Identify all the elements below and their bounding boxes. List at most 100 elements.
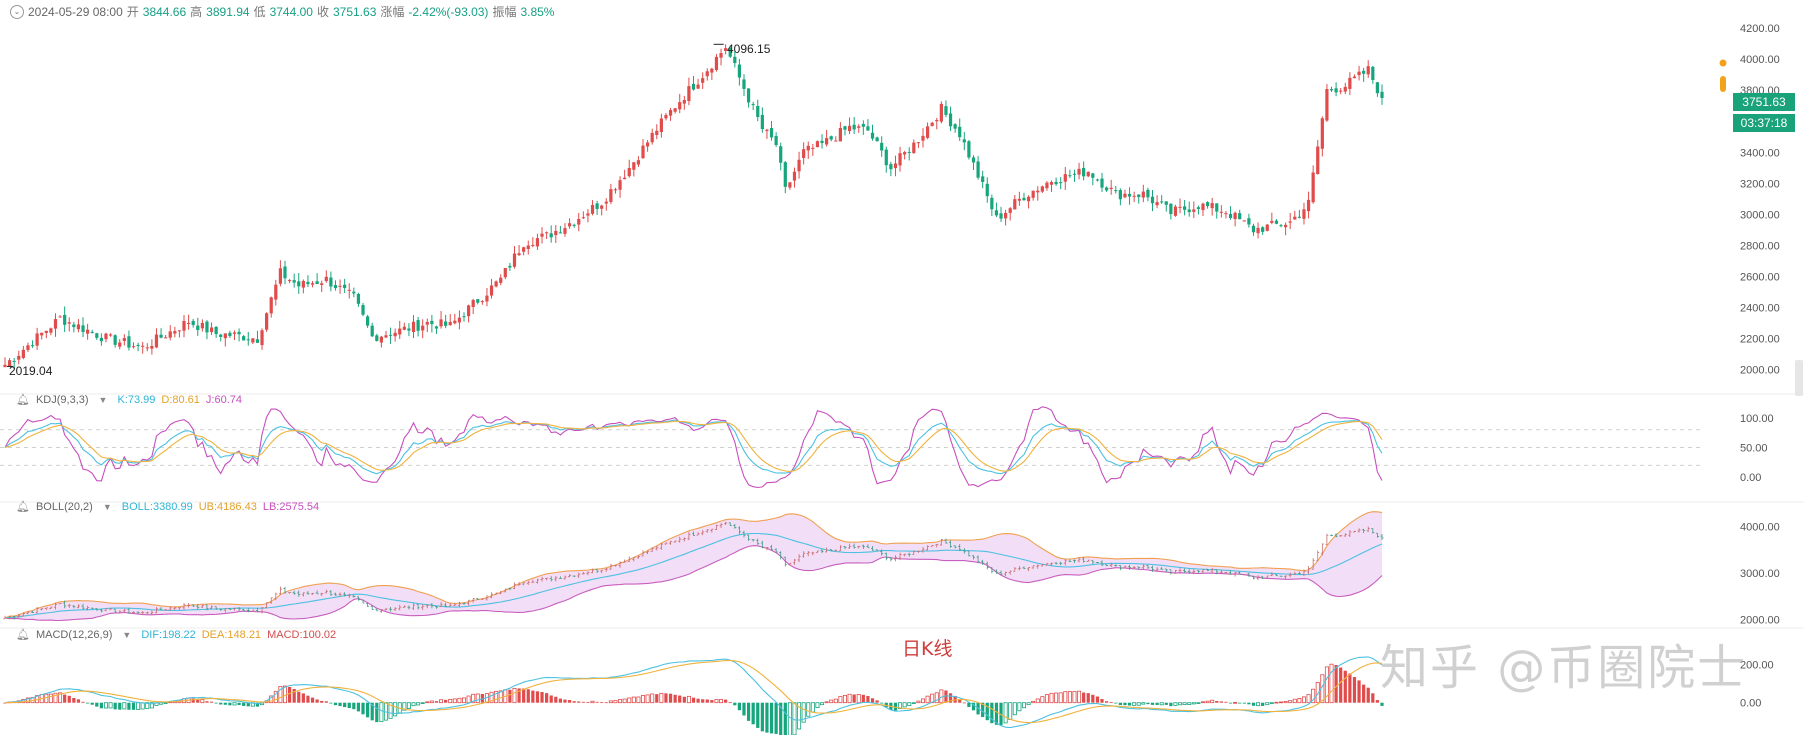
candle-body xyxy=(655,130,659,135)
candle-body xyxy=(297,281,301,287)
boll-title[interactable]: BOLL(20,2) xyxy=(36,501,93,513)
candle-body xyxy=(44,330,48,333)
candle-body xyxy=(1228,213,1233,219)
chart-area[interactable]: 4200.004000.003800.003600.003400.003200.… xyxy=(0,0,1804,735)
macd-histogram-bar xyxy=(847,693,852,704)
candle-body xyxy=(1306,199,1311,212)
candle-body xyxy=(283,266,287,279)
macd-histogram-bar xyxy=(1067,691,1072,704)
macd-histogram-bar xyxy=(650,693,655,704)
macd-histogram-bar xyxy=(1205,700,1210,704)
macd-histogram-bar xyxy=(512,687,517,704)
macd-histogram-bar xyxy=(535,691,540,703)
macd-histogram-bar xyxy=(1196,702,1201,704)
scroll-handle[interactable] xyxy=(1795,360,1803,396)
candle-body xyxy=(177,330,182,332)
candle-body xyxy=(1150,196,1155,204)
candle-body xyxy=(421,325,425,331)
candle-body xyxy=(86,329,90,334)
candle-body xyxy=(1118,189,1122,200)
macd-histogram-bar xyxy=(1109,702,1113,703)
y-tick-label: 2600.00 xyxy=(1740,271,1780,283)
candle-body xyxy=(76,324,81,330)
candle-body xyxy=(393,332,397,337)
macd-histogram-bar xyxy=(567,700,572,703)
macd-histogram-bar xyxy=(214,702,218,704)
candle-body xyxy=(535,238,540,247)
candle-body xyxy=(696,84,700,89)
candle-body xyxy=(26,345,30,350)
macd-dea-line xyxy=(4,659,1383,724)
change-value: -2.42%(-93.03) xyxy=(408,4,489,19)
candle-body xyxy=(985,183,989,197)
candle-body xyxy=(274,284,278,300)
macd-histogram-bar xyxy=(774,702,778,734)
macd-histogram-bar xyxy=(425,701,430,704)
macd-histogram-bar xyxy=(907,702,912,707)
candle-body xyxy=(701,78,705,83)
bell-icon[interactable]: 🔔︎ xyxy=(16,500,30,513)
candle-body xyxy=(691,83,696,90)
macd-histogram-bar xyxy=(333,702,338,706)
candle-body xyxy=(976,161,980,178)
candle-body xyxy=(880,142,884,151)
y-tick-label: 2200.00 xyxy=(1740,333,1780,345)
candle-body xyxy=(903,152,907,155)
candle-body xyxy=(3,364,7,368)
macd-histogram-bar xyxy=(366,702,370,718)
candle-body xyxy=(811,147,815,149)
collapse-chevron-icon[interactable]: ⌄ xyxy=(10,4,24,19)
kdj-title[interactable]: KDJ(9,3,3) xyxy=(36,394,89,406)
macd-histogram-bar xyxy=(622,698,627,704)
candle-body xyxy=(1155,202,1159,206)
macd-histogram-bar xyxy=(1012,702,1017,716)
candle-body xyxy=(554,230,558,236)
dropdown-arrow-icon[interactable]: ▼ xyxy=(103,502,112,512)
bell-icon[interactable]: 🔔︎ xyxy=(16,393,30,406)
macd-histogram-bar xyxy=(880,702,884,704)
macd-histogram-bar xyxy=(705,699,709,703)
candle-body xyxy=(338,285,342,287)
macd-histogram-bar xyxy=(1261,702,1265,706)
macd-histogram-bar xyxy=(76,699,81,703)
bell-icon[interactable]: 🔔︎ xyxy=(16,628,30,641)
candle-body xyxy=(939,103,943,122)
candle-body xyxy=(1072,173,1077,175)
y-tick-label: 3400.00 xyxy=(1740,147,1780,159)
macd-histogram-bar xyxy=(1003,702,1008,724)
macd-histogram-bar xyxy=(466,695,471,704)
boll-mid: BOLL:3380.99 xyxy=(121,500,193,513)
macd-histogram-bar xyxy=(595,701,599,703)
macd-histogram-bar xyxy=(1265,702,1270,706)
candle-body xyxy=(388,334,393,336)
candle-body xyxy=(1104,187,1109,191)
dropdown-arrow-icon[interactable]: ▼ xyxy=(122,630,131,640)
macd-histogram-bar xyxy=(1242,702,1246,704)
candle-body xyxy=(710,68,714,73)
candle-body xyxy=(471,299,475,307)
macd-histogram-bar xyxy=(324,701,328,703)
chart-canvas[interactable]: 4200.004000.003800.003600.003400.003200.… xyxy=(0,0,1804,735)
macd-histogram-bar xyxy=(733,702,737,706)
macd-histogram-bar xyxy=(746,702,751,721)
dropdown-arrow-icon[interactable]: ▼ xyxy=(99,395,108,405)
candle-body xyxy=(852,124,856,130)
candle-body xyxy=(1348,77,1352,89)
candle-body xyxy=(306,281,310,285)
macd-histogram-bar xyxy=(691,697,696,703)
candle-body xyxy=(838,128,842,142)
candle-body xyxy=(756,105,760,118)
candle-body xyxy=(1022,197,1026,201)
macd-title[interactable]: MACD(12,26,9) xyxy=(36,629,112,641)
candle-body xyxy=(678,102,682,110)
macd-histogram-bar xyxy=(461,697,467,704)
macd-histogram-bar xyxy=(223,702,227,705)
candle-body xyxy=(113,335,117,345)
macd-histogram-bar xyxy=(1040,696,1045,704)
low-label: 低 xyxy=(253,5,266,19)
candle-body xyxy=(742,79,746,89)
candle-body xyxy=(1123,193,1127,198)
macd-histogram-bar xyxy=(196,699,200,703)
candle-body xyxy=(581,217,585,219)
macd-histogram-bar xyxy=(434,701,439,703)
